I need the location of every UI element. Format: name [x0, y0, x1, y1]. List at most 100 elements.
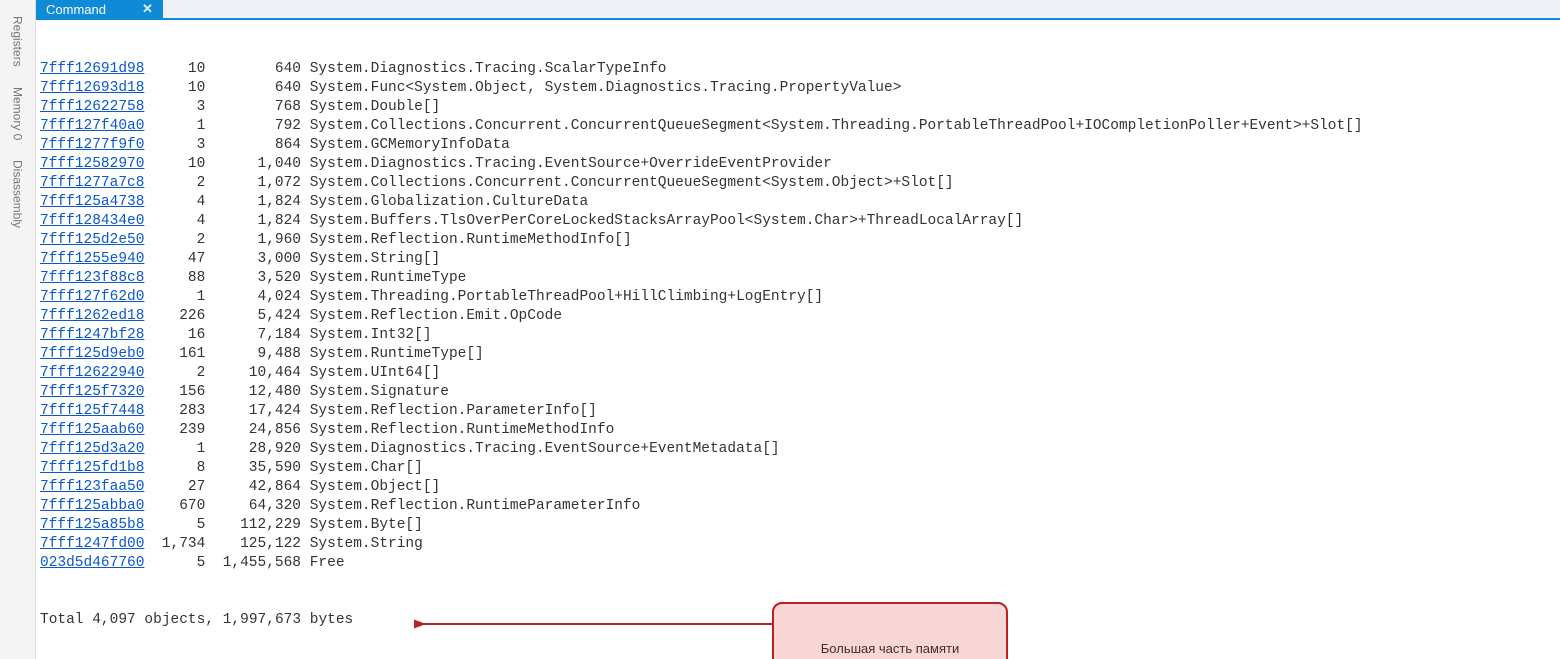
- total-size: 640: [214, 79, 301, 98]
- address-link[interactable]: 7fff12693d18: [40, 79, 144, 98]
- total-size: 35,590: [214, 459, 301, 478]
- total-size: 3,520: [214, 269, 301, 288]
- address-link[interactable]: 7fff125abba0: [40, 497, 144, 516]
- side-tab-strip: Registers Memory 0 Disassembly: [0, 0, 36, 659]
- object-count: 2: [153, 364, 205, 383]
- heap-row: 7fff12622758 3 768 System.Double[]: [40, 98, 1556, 117]
- total-size: 17,424: [214, 402, 301, 421]
- heap-row: 7fff125d9eb0 161 9,488 System.RuntimeTyp…: [40, 345, 1556, 364]
- address-link[interactable]: 7fff125fd1b8: [40, 459, 144, 478]
- object-count: 2: [153, 231, 205, 250]
- type-name: System.Diagnostics.Tracing.ScalarTypeInf…: [301, 61, 666, 77]
- object-count: 4: [153, 193, 205, 212]
- heap-row: 7fff1277f9f0 3 864 System.GCMemoryInfoDa…: [40, 136, 1556, 155]
- type-name: System.Reflection.RuntimeMethodInfo: [301, 422, 614, 438]
- object-count: 5: [153, 554, 205, 573]
- close-icon[interactable]: ✕: [142, 1, 153, 17]
- address-link[interactable]: 7fff125a4738: [40, 193, 144, 212]
- type-name: System.Signature: [301, 384, 449, 400]
- total-size: 1,824: [214, 212, 301, 231]
- address-link[interactable]: 7fff1247bf28: [40, 326, 144, 345]
- heap-row: 7fff12693d18 10 640 System.Func<System.O…: [40, 79, 1556, 98]
- tab-label: Command: [46, 2, 106, 17]
- type-name: System.String: [301, 536, 423, 552]
- type-name: System.Diagnostics.Tracing.EventSource+O…: [301, 156, 832, 172]
- heap-row: 7fff1247fd00 1,734 125,122 System.String: [40, 535, 1556, 554]
- object-count: 88: [153, 269, 205, 288]
- address-link[interactable]: 7fff1277f9f0: [40, 136, 144, 155]
- total-size: 1,960: [214, 231, 301, 250]
- side-tab-registers[interactable]: Registers: [11, 6, 25, 77]
- address-link[interactable]: 7fff125f7448: [40, 402, 144, 421]
- total-size: 112,229: [214, 516, 301, 535]
- total-size: 4,024: [214, 288, 301, 307]
- total-size: 1,824: [214, 193, 301, 212]
- object-count: 8: [153, 459, 205, 478]
- heap-row: 7fff125a4738 4 1,824 System.Globalizatio…: [40, 193, 1556, 212]
- address-link[interactable]: 7fff125aab60: [40, 421, 144, 440]
- address-link[interactable]: 7fff125a85b8: [40, 516, 144, 535]
- address-link[interactable]: 7fff127f40a0: [40, 117, 144, 136]
- heap-row: 7fff12582970 10 1,040 System.Diagnostics…: [40, 155, 1556, 174]
- object-count: 3: [153, 136, 205, 155]
- heap-row: 7fff1262ed18 226 5,424 System.Reflection…: [40, 307, 1556, 326]
- tab-command[interactable]: Command ✕: [36, 0, 163, 18]
- type-name: System.String[]: [301, 251, 440, 267]
- address-link[interactable]: 7fff12582970: [40, 155, 144, 174]
- total-size: 768: [214, 98, 301, 117]
- address-link[interactable]: 7fff123f88c8: [40, 269, 144, 288]
- total-size: 5,424: [214, 307, 301, 326]
- type-name: System.Byte[]: [301, 517, 423, 533]
- total-size: 42,864: [214, 478, 301, 497]
- object-count: 670: [153, 497, 205, 516]
- heap-row: 7fff12622940 2 10,464 System.UInt64[]: [40, 364, 1556, 383]
- type-name: System.Collections.Concurrent.Concurrent…: [301, 118, 1363, 134]
- total-size: 12,480: [214, 383, 301, 402]
- side-tab-memory[interactable]: Memory 0: [11, 77, 25, 150]
- address-link[interactable]: 7fff127f62d0: [40, 288, 144, 307]
- address-link[interactable]: 7fff125f7320: [40, 383, 144, 402]
- annotation-line1: Большая часть памяти: [782, 641, 998, 657]
- type-name: System.Collections.Concurrent.Concurrent…: [301, 175, 954, 191]
- total-size: 1,072: [214, 174, 301, 193]
- type-name: System.Reflection.RuntimeParameterInfo: [301, 498, 640, 514]
- address-link[interactable]: 7fff1277a7c8: [40, 174, 144, 193]
- total-size: 10,464: [214, 364, 301, 383]
- address-link[interactable]: 7fff12622940: [40, 364, 144, 383]
- total-size: 9,488: [214, 345, 301, 364]
- heap-row: 7fff125f7320 156 12,480 System.Signature: [40, 383, 1556, 402]
- object-count: 4: [153, 212, 205, 231]
- heap-row: 7fff125d3a20 1 28,920 System.Diagnostics…: [40, 440, 1556, 459]
- tab-strip: Command ✕: [36, 0, 1560, 20]
- heap-row: 7fff12691d98 10 640 System.Diagnostics.T…: [40, 60, 1556, 79]
- address-link[interactable]: 7fff125d3a20: [40, 440, 144, 459]
- heap-row: 7fff125d2e50 2 1,960 System.Reflection.R…: [40, 231, 1556, 250]
- total-size: 1,455,568: [214, 554, 301, 573]
- address-link[interactable]: 7fff125d2e50: [40, 231, 144, 250]
- object-count: 16: [153, 326, 205, 345]
- side-tab-disassembly[interactable]: Disassembly: [11, 150, 25, 238]
- address-link[interactable]: 7fff1262ed18: [40, 307, 144, 326]
- address-link[interactable]: 7fff12691d98: [40, 60, 144, 79]
- annotation-callout: Большая часть памяти занимаемая приложен…: [772, 602, 1008, 659]
- address-link[interactable]: 7fff1255e940: [40, 250, 144, 269]
- address-link[interactable]: 023d5d467760: [40, 554, 144, 573]
- object-count: 1,734: [153, 535, 205, 554]
- type-name: System.Globalization.CultureData: [301, 194, 588, 210]
- total-size: 640: [214, 60, 301, 79]
- total-size: 864: [214, 136, 301, 155]
- type-name: System.Object[]: [301, 479, 440, 495]
- object-count: 1: [153, 288, 205, 307]
- object-count: 10: [153, 155, 205, 174]
- address-link[interactable]: 7fff125d9eb0: [40, 345, 144, 364]
- address-link[interactable]: 7fff1247fd00: [40, 535, 144, 554]
- address-link[interactable]: 7fff128434e0: [40, 212, 144, 231]
- object-count: 226: [153, 307, 205, 326]
- heap-row: 7fff125abba0 670 64,320 System.Reflectio…: [40, 497, 1556, 516]
- total-size: 7,184: [214, 326, 301, 345]
- heap-row: 7fff127f62d0 1 4,024 System.Threading.Po…: [40, 288, 1556, 307]
- object-count: 1: [153, 440, 205, 459]
- heap-row: 7fff125f7448 283 17,424 System.Reflectio…: [40, 402, 1556, 421]
- address-link[interactable]: 7fff12622758: [40, 98, 144, 117]
- address-link[interactable]: 7fff123faa50: [40, 478, 144, 497]
